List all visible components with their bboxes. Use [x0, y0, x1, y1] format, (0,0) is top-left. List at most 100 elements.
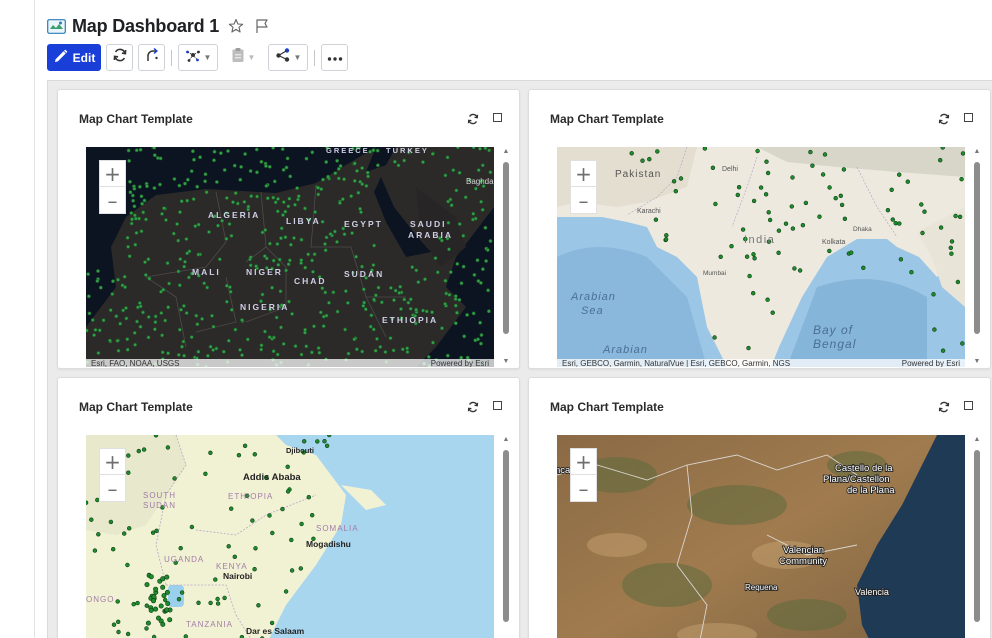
map-marker[interactable]: [158, 182, 162, 187]
map-marker[interactable]: [664, 233, 669, 238]
map-marker[interactable]: [202, 281, 207, 286]
map-marker[interactable]: [208, 600, 213, 606]
map-marker[interactable]: [797, 268, 803, 273]
map-marker[interactable]: [200, 316, 205, 321]
map-marker[interactable]: [960, 341, 965, 346]
zoom-out-button[interactable]: –: [571, 476, 596, 502]
map-marker[interactable]: [115, 599, 120, 604]
map-marker[interactable]: [285, 489, 291, 494]
map-marker[interactable]: [931, 292, 936, 297]
map-marker[interactable]: [163, 318, 168, 323]
map-marker[interactable]: [162, 597, 168, 603]
map-marker[interactable]: [176, 597, 182, 602]
map-marker[interactable]: [204, 190, 209, 195]
map-marker[interactable]: [488, 170, 493, 175]
map-marker[interactable]: [653, 217, 659, 222]
map-marker[interactable]: [167, 281, 172, 286]
map-marker[interactable]: [376, 285, 381, 290]
map-marker[interactable]: [470, 217, 475, 222]
map-marker[interactable]: [323, 248, 328, 253]
map-marker[interactable]: [453, 321, 458, 326]
map-marker[interactable]: [800, 222, 806, 228]
map-marker[interactable]: [126, 148, 131, 153]
map-marker[interactable]: [256, 603, 261, 608]
map-marker[interactable]: [279, 325, 283, 330]
map-marker[interactable]: [124, 316, 129, 321]
map-marker[interactable]: [735, 192, 741, 198]
map-marker[interactable]: [212, 158, 216, 163]
map-marker[interactable]: [751, 291, 756, 296]
map-marker[interactable]: [718, 254, 723, 260]
map-marker[interactable]: [126, 526, 132, 531]
map-marker[interactable]: [321, 324, 326, 329]
map-marker[interactable]: [765, 297, 770, 302]
map-marker[interactable]: [195, 184, 200, 189]
map-marker[interactable]: [940, 348, 946, 353]
map-marker[interactable]: [306, 494, 312, 500]
map-marker[interactable]: [898, 257, 904, 262]
map-marker[interactable]: [144, 217, 148, 222]
map-marker[interactable]: [319, 187, 324, 192]
map-marker[interactable]: [655, 149, 660, 154]
map-marker[interactable]: [180, 344, 184, 349]
map-marker[interactable]: [740, 227, 746, 232]
map-marker[interactable]: [111, 279, 115, 284]
map-marker[interactable]: [227, 222, 232, 226]
map-marker[interactable]: [776, 228, 782, 233]
map-marker[interactable]: [126, 244, 131, 249]
map-marker[interactable]: [226, 544, 231, 549]
map-marker[interactable]: [486, 309, 491, 314]
panel-scrollbar[interactable]: ▲ ▼: [501, 147, 511, 367]
map-marker[interactable]: [478, 147, 482, 151]
map-marker[interactable]: [423, 277, 427, 282]
map-marker[interactable]: [408, 306, 413, 311]
map-marker[interactable]: [229, 506, 234, 511]
map-marker[interactable]: [274, 315, 279, 320]
map-marker[interactable]: [953, 213, 958, 219]
map-marker[interactable]: [108, 519, 114, 525]
map-marker[interactable]: [331, 290, 336, 295]
map-marker[interactable]: [158, 603, 164, 609]
map-marker[interactable]: [248, 255, 253, 260]
map-marker[interactable]: [480, 207, 485, 212]
map-marker[interactable]: [264, 164, 268, 168]
map-marker[interactable]: [93, 327, 98, 332]
map-marker[interactable]: [267, 164, 272, 169]
map-marker[interactable]: [471, 311, 476, 316]
map-marker[interactable]: [92, 333, 97, 338]
zoom-in-button[interactable]: +: [571, 449, 596, 475]
map-marker[interactable]: [463, 195, 468, 200]
map-marker[interactable]: [160, 576, 166, 582]
map-marker[interactable]: [229, 307, 234, 312]
scrollbar-thumb[interactable]: [503, 162, 509, 334]
map-marker[interactable]: [267, 335, 272, 340]
map-marker[interactable]: [172, 476, 177, 481]
map-marker[interactable]: [125, 562, 130, 568]
map-marker[interactable]: [171, 231, 176, 236]
map-marker[interactable]: [792, 266, 797, 271]
map-marker[interactable]: [317, 350, 322, 355]
map-marker[interactable]: [471, 211, 476, 216]
map-marker[interactable]: [299, 352, 304, 357]
map-marker[interactable]: [260, 230, 265, 235]
map-marker[interactable]: [216, 223, 220, 228]
map-marker[interactable]: [755, 148, 760, 154]
map-marker[interactable]: [162, 206, 166, 211]
map-marker[interactable]: [236, 453, 242, 458]
map-marker[interactable]: [226, 149, 230, 153]
map-marker[interactable]: [152, 153, 157, 158]
map-marker[interactable]: [360, 349, 365, 354]
map-marker[interactable]: [176, 238, 181, 243]
map-marker[interactable]: [146, 257, 151, 262]
map-marker[interactable]: [107, 338, 112, 343]
map-marker[interactable]: [208, 450, 213, 455]
map-marker[interactable]: [402, 297, 407, 302]
map-marker[interactable]: [290, 311, 295, 316]
map-marker[interactable]: [292, 236, 296, 240]
map-marker[interactable]: [839, 202, 845, 208]
map-marker[interactable]: [270, 530, 275, 536]
map-marker[interactable]: [159, 311, 164, 315]
map-marker[interactable]: [333, 171, 338, 176]
map-marker[interactable]: [186, 177, 190, 182]
map-marker[interactable]: [306, 252, 311, 257]
